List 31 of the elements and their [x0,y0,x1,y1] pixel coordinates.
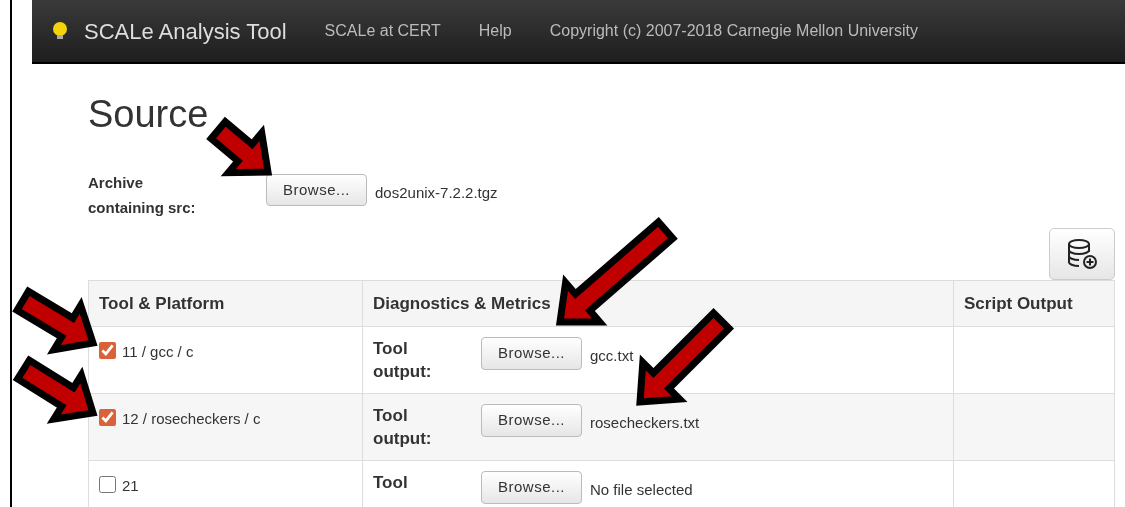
nav-link[interactable]: Copyright (c) 2007-2018 Carnegie Mellon University [549,19,918,43]
brand-title: SCALe Analysis Tool [84,17,287,46]
tool-name: 12 / rosecheckers / c [122,410,261,428]
browse-button[interactable]: Browse... [481,471,583,504]
lightbulb-icon [52,21,68,41]
nav-link[interactable]: SCALe at CERT [324,19,441,43]
column-header: Script Output [953,280,1115,327]
checkbox[interactable] [99,476,116,494]
file-name: rosecheckers.txt [590,413,700,434]
file-name: dos2unix-7.2.2.tgz [375,182,498,203]
add-database-button[interactable] [1049,227,1115,280]
tool-output-label: Tool output: [373,405,433,451]
browse-button[interactable]: Browse... [481,337,583,370]
brand-link[interactable]: SCALe Analysis Tool [52,14,287,48]
nav-link[interactable]: Help [478,19,512,43]
column-header: Diagnostics & Metrics [362,280,954,327]
archive-label: Archive containing src: [88,172,197,218]
tool-output-label: Tool output: [373,338,433,384]
checkbox[interactable] [99,409,116,427]
browse-button[interactable]: Browse... [266,173,368,207]
column-header: Tool & Platform [88,280,363,327]
tool-output-label: Tool [373,472,409,495]
file-name: No file selected [590,480,693,501]
tool-name: 11 / gcc / c [122,343,194,361]
annotation-arrow [206,116,273,177]
page-heading: Source [88,92,210,137]
tool-name: 21 [122,477,139,495]
browse-button[interactable]: Browse... [481,404,583,437]
checkbox[interactable] [99,342,116,360]
file-name: gcc.txt [590,346,634,367]
database-add-icon [1065,236,1099,271]
